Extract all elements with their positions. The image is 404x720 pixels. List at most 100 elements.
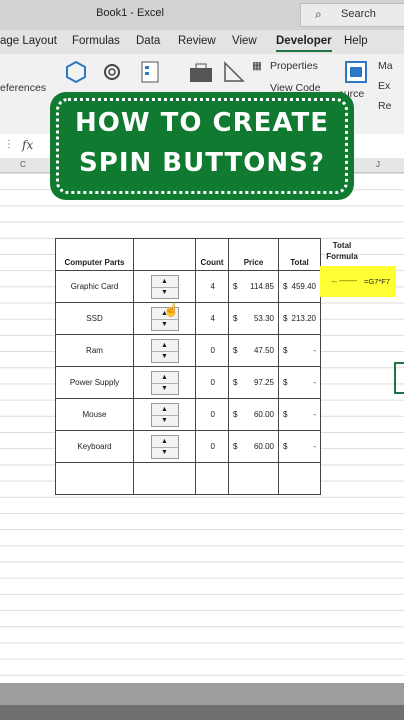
total-value: - — [313, 378, 316, 387]
source-icon[interactable] — [344, 60, 368, 84]
price-value: 53.30 — [253, 314, 274, 323]
part-name[interactable]: SSD — [55, 302, 134, 335]
spin-button[interactable]: ▲ ▼ — [150, 338, 179, 363]
total-value: 213.20 — [291, 314, 316, 323]
fx-icon[interactable]: fx — [22, 138, 33, 152]
search-label: Search — [341, 8, 376, 20]
currency-symbol: $ — [233, 378, 238, 387]
spin-down-icon[interactable]: ▼ — [152, 287, 178, 298]
header-price[interactable]: Price — [228, 238, 279, 271]
header-total[interactable]: Total — [278, 238, 321, 271]
price-value: 60.00 — [253, 410, 274, 419]
total-formula-header-line-2: Formula — [326, 252, 358, 261]
spin-button[interactable]: ▲ ▼ — [150, 434, 179, 459]
sheet-tabs-bar[interactable] — [0, 683, 404, 705]
properties-label[interactable]: Properties — [270, 60, 318, 72]
gear-icon[interactable] — [100, 60, 124, 84]
title-bar: Book1 - Excel ⌕ Search — [0, 0, 404, 30]
total-value: - — [313, 410, 316, 419]
count-cell[interactable]: 4 — [195, 302, 229, 335]
window-title: Book1 - Excel — [96, 7, 164, 19]
table-row: SSD ▲ ▼ 4 $53.30 $213.20 — [55, 302, 321, 335]
currency-symbol: $ — [283, 282, 288, 291]
currency-symbol: $ — [233, 410, 238, 419]
spin-button[interactable]: ▲ ▼ — [150, 274, 179, 299]
total-value: - — [313, 346, 316, 355]
price-value: 114.85 — [250, 282, 274, 291]
search-icon: ⌕ — [315, 7, 322, 21]
refresh-data-label[interactable]: Re — [378, 100, 391, 112]
table-row: Mouse ▲ ▼ 0 $60.00 $ - — [55, 398, 321, 431]
spin-button[interactable]: ▲ ▼ — [150, 370, 179, 395]
table-row-empty — [55, 462, 321, 495]
tab-data[interactable]: Data — [136, 35, 160, 47]
empty-cell[interactable] — [228, 462, 279, 495]
tab-page-layout[interactable]: age Layout — [0, 35, 57, 47]
overlay-line-2: SPIN BUTTONS? — [79, 148, 325, 178]
currency-symbol: $ — [233, 314, 238, 323]
add-ins-icon[interactable] — [64, 60, 88, 84]
column-header-j[interactable]: J — [376, 160, 380, 169]
currency-symbol: $ — [233, 442, 238, 451]
currency-symbol: $ — [233, 346, 238, 355]
table-row: Graphic Card ▲ ▼ 4 $114.85 $459.40 — [55, 270, 321, 303]
price-value: 97.25 — [253, 378, 274, 387]
spin-down-icon[interactable]: ▼ — [152, 319, 178, 330]
map-properties-label[interactable]: Ma — [378, 60, 393, 72]
active-cell-indicator[interactable] — [394, 362, 404, 394]
table-row: Ram ▲ ▼ 0 $47.50 $ - — [55, 334, 321, 367]
empty-cell[interactable] — [278, 462, 321, 495]
formula-text: =G7*F7 — [364, 277, 391, 286]
part-name[interactable]: Keyboard — [55, 430, 134, 463]
count-cell[interactable]: 4 — [195, 270, 229, 303]
com-add-ins-icon[interactable] — [140, 60, 162, 86]
empty-cell[interactable] — [133, 462, 196, 495]
currency-symbol: $ — [283, 346, 288, 355]
currency-symbol: $ — [283, 314, 288, 323]
currency-symbol: $ — [233, 282, 238, 291]
currency-symbol: $ — [283, 410, 288, 419]
price-value: 47.50 — [253, 346, 274, 355]
count-cell[interactable]: 0 — [195, 334, 229, 367]
tab-formulas[interactable]: Formulas — [72, 35, 120, 47]
search-box[interactable]: ⌕ Search — [300, 3, 404, 27]
spin-down-icon[interactable]: ▼ — [152, 383, 178, 394]
formula-note-cell[interactable]: ←—— =G7*F7 — [320, 266, 396, 297]
empty-cell[interactable] — [195, 462, 229, 495]
insert-controls-icon[interactable] — [188, 62, 214, 84]
part-name[interactable]: Ram — [55, 334, 134, 367]
total-formula-header-line-1: Total — [332, 241, 352, 250]
ribbon-tabs: age Layout Formulas Data Review View Dev… — [0, 30, 404, 54]
column-header-c[interactable]: C — [20, 160, 26, 169]
tab-view[interactable]: View — [232, 35, 257, 47]
spin-down-icon[interactable]: ▼ — [152, 415, 178, 426]
tab-developer[interactable]: Developer — [276, 35, 332, 52]
design-mode-icon[interactable] — [222, 60, 246, 84]
count-cell[interactable]: 0 — [195, 430, 229, 463]
currency-symbol: $ — [283, 378, 288, 387]
properties-icon: ▦ — [252, 60, 262, 72]
references-label[interactable]: eferences — [0, 82, 46, 94]
count-cell[interactable]: 0 — [195, 398, 229, 431]
count-cell[interactable]: 0 — [195, 366, 229, 399]
header-spin[interactable] — [133, 238, 196, 271]
spin-button[interactable]: ▲ ▼ — [150, 402, 179, 427]
spin-down-icon[interactable]: ▼ — [152, 351, 178, 362]
status-bar — [0, 705, 404, 720]
name-box-arrow-icon[interactable]: ⋮ — [4, 139, 14, 150]
table-row: Keyboard ▲ ▼ 0 $60.00 $ - — [55, 430, 321, 463]
expansion-packs-label[interactable]: Ex — [378, 80, 390, 92]
empty-cell[interactable] — [55, 462, 134, 495]
part-name[interactable]: Mouse — [55, 398, 134, 431]
tab-help[interactable]: Help — [344, 35, 368, 47]
header-computer-parts[interactable]: Computer Parts — [55, 238, 134, 271]
tab-review[interactable]: Review — [178, 35, 216, 47]
table-header-row: Computer Parts Count Price Total — [55, 238, 321, 271]
spin-down-icon[interactable]: ▼ — [152, 447, 178, 458]
hand-cursor-icon: ☝ — [163, 302, 180, 317]
part-name[interactable]: Graphic Card — [55, 270, 134, 303]
total-value: 459.40 — [291, 282, 316, 291]
header-count[interactable]: Count — [195, 238, 229, 271]
currency-symbol: $ — [283, 442, 288, 451]
part-name[interactable]: Power Supply — [55, 366, 134, 399]
